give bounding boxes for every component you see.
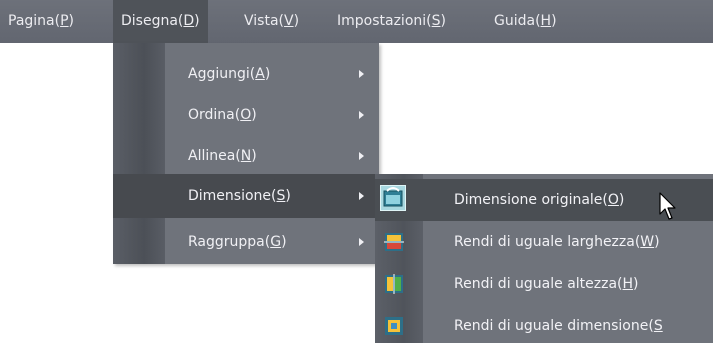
submenu-item-label: Rendi di uguale larghezza(W) [454, 234, 660, 250]
menu-accelerator: P [60, 13, 69, 29]
menu-label-close: ) [194, 13, 200, 29]
menu-label-close: ) [293, 13, 300, 29]
mouse-cursor-icon [659, 192, 676, 220]
menu-vista[interactable]: Vista(V) [236, 0, 307, 43]
submenu-item-uguale-altezza[interactable]: Rendi di uguale altezza(H) [375, 263, 713, 305]
submenu-arrow-icon [359, 111, 364, 119]
menu-impostazioni[interactable]: Impostazioni(S) [329, 0, 454, 43]
menu-item-aggiungi[interactable]: Aggiungi(A) [113, 52, 379, 96]
menu-label: Guida( [494, 13, 541, 29]
menu-item-label: Allinea(N) [188, 148, 257, 164]
disegna-dropdown: Aggiungi(A) Ordina(O) Allinea(N) Dimensi… [113, 43, 379, 264]
menu-disegna[interactable]: Disegna(D) [113, 0, 208, 43]
menu-item-label: Ordina(O) [188, 107, 257, 123]
same-width-icon [383, 231, 405, 253]
submenu-item-uguale-larghezza[interactable]: Rendi di uguale larghezza(W) [375, 221, 713, 263]
menu-bar: Pagina(P) Disegna(D) Vista(V) Impostazio… [0, 0, 713, 43]
menu-item-raggruppa[interactable]: Raggruppa(G) [113, 220, 379, 264]
menu-item-label: Raggruppa(G) [188, 234, 287, 250]
menu-item-dimensione[interactable]: Dimensione(S) [113, 174, 379, 218]
menu-item-ordina[interactable]: Ordina(O) [113, 93, 379, 137]
submenu-item-label: Rendi di uguale dimensione(S [454, 318, 663, 334]
menu-item-label: Aggiungi(A) [188, 66, 271, 82]
same-height-icon [383, 273, 405, 295]
menu-label: Vista( [244, 13, 284, 29]
menu-label-close: ) [440, 13, 446, 29]
menu-item-allinea[interactable]: Allinea(N) [113, 134, 379, 178]
menu-label: Disegna( [121, 13, 184, 29]
menu-label-close: ) [551, 13, 557, 29]
menu-accelerator: H [540, 13, 552, 29]
same-size-icon [383, 315, 405, 337]
menu-accelerator: D [183, 13, 195, 29]
submenu-item-label: Dimensione originale(O) [454, 192, 625, 208]
menu-item-label: Dimensione(S) [188, 188, 291, 204]
submenu-arrow-icon [359, 70, 364, 78]
menu-label: Impostazioni( [337, 13, 432, 29]
menu-guida[interactable]: Guida(H) [486, 0, 565, 43]
original-size-icon [380, 185, 406, 211]
submenu-arrow-icon [359, 192, 364, 200]
submenu-item-uguale-dimensione[interactable]: Rendi di uguale dimensione(S [375, 305, 713, 347]
menu-accelerator: V [283, 13, 294, 29]
submenu-arrow-icon [359, 152, 364, 160]
menu-label: Pagina( [8, 13, 61, 29]
submenu-arrow-icon [359, 238, 364, 246]
submenu-item-label: Rendi di uguale altezza(H) [454, 276, 639, 292]
menu-label-close: ) [68, 13, 75, 29]
menu-pagina[interactable]: Pagina(P) [0, 0, 82, 43]
menu-accelerator: S [431, 13, 441, 29]
